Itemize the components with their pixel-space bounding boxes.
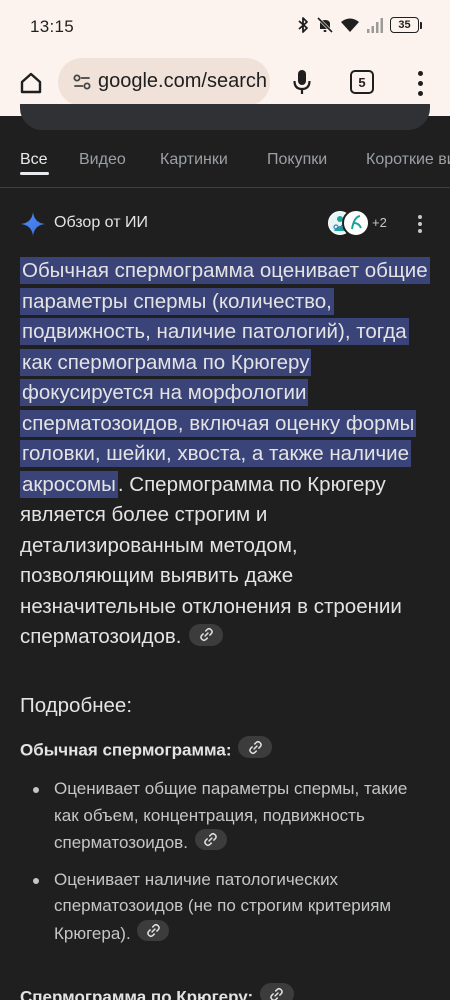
standard-bullets: Оценивает общие параметры спермы, такие …: [20, 776, 430, 947]
list-item-text: Оценивает наличие патологических спермат…: [54, 869, 392, 943]
source-avatar: [342, 209, 370, 237]
ai-overview-header: Обзор от ИИ +2: [0, 204, 450, 244]
source-link-button[interactable]: [259, 983, 294, 1000]
status-icons: 35: [296, 16, 422, 34]
status-bar: 13:15 35: [0, 0, 450, 56]
search-filter-tabs: Все Видео Картинки Покупки Короткие виде…: [0, 140, 450, 188]
source-link-button[interactable]: [194, 829, 227, 850]
link-icon: [147, 923, 160, 937]
section-title-text: Спермограмма по Крюгеру:: [20, 987, 254, 1000]
browser-menu-button[interactable]: [408, 66, 432, 100]
more-sources-count[interactable]: +2: [372, 215, 387, 230]
tab-switcher-button[interactable]: 5: [350, 70, 374, 94]
source-avatars[interactable]: [326, 209, 370, 237]
battery-level: 35: [390, 17, 419, 33]
mute-icon: [316, 16, 334, 34]
home-icon: [20, 72, 42, 94]
search-box[interactable]: [20, 104, 430, 130]
link-icon: [204, 832, 218, 847]
more-vert-icon: [418, 215, 422, 219]
link-icon: [270, 987, 284, 1000]
voice-search-button[interactable]: [287, 65, 317, 99]
source-link-button[interactable]: [137, 919, 170, 941]
details-heading: Подробнее:: [20, 694, 133, 717]
bluetooth-icon: [298, 17, 308, 33]
status-time: 13:15: [30, 17, 75, 36]
mic-icon: [293, 70, 311, 94]
gemini-spark-icon: [21, 212, 45, 236]
list-item: Оценивает общие параметры спермы, такие …: [20, 776, 430, 857]
omnibox[interactable]: google.com/search: [58, 58, 270, 106]
list-item-text: Оценивает общие параметры спермы, такие …: [54, 779, 408, 852]
section-title-text: Обычная спермограмма:: [20, 740, 232, 760]
list-item: Оценивает наличие патологических спермат…: [20, 867, 430, 948]
ai-overview-title: Обзор от ИИ: [54, 214, 148, 231]
wifi-icon: [341, 18, 359, 33]
ai-overview-menu-button[interactable]: [410, 210, 430, 238]
signal-icon: [367, 17, 383, 33]
tab-images[interactable]: Картинки: [160, 151, 228, 169]
battery-icon: 35: [390, 17, 422, 33]
tab-short-videos[interactable]: Короткие видео: [366, 151, 450, 169]
site-settings-icon[interactable]: [72, 72, 92, 92]
tab-shopping[interactable]: Покупки: [267, 151, 327, 169]
active-tab-indicator: [20, 172, 49, 175]
tab-video[interactable]: Видео: [79, 151, 126, 169]
summary-text: . Спермограмма по Крюгеру является более…: [20, 472, 402, 649]
more-vert-icon: [417, 70, 423, 76]
highlighted-text: Обычная спермограмма оценивает общие пар…: [20, 257, 430, 498]
ai-overview-summary: Обычная спермограмма оценивает общие пар…: [20, 256, 430, 653]
link-icon: [248, 740, 262, 754]
link-icon: [199, 627, 213, 642]
section-title-standard: Обычная спермограмма:: [20, 736, 273, 761]
url-text[interactable]: google.com/search: [98, 70, 267, 93]
source-link-button[interactable]: [238, 736, 273, 758]
source-link-button[interactable]: [189, 623, 224, 646]
tab-all[interactable]: Все: [20, 151, 48, 169]
section-title-kruger: Спермограмма по Крюгеру:: [20, 983, 294, 1000]
home-button[interactable]: [14, 66, 48, 100]
